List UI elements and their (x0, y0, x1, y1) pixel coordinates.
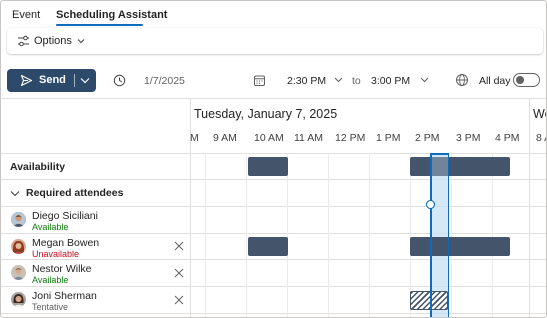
active-tab-indicator (56, 24, 143, 26)
grid-top-border (1, 98, 546, 99)
attendee-status: Available (32, 222, 69, 232)
sliders-icon (18, 35, 29, 47)
selection-top-edge (430, 153, 449, 155)
avatar (11, 292, 26, 307)
time-label: 3 PM (456, 132, 481, 144)
required-attendees-label: Required attendees (26, 187, 124, 199)
time-label: 2 PM (415, 132, 440, 144)
required-attendees-toggle[interactable]: Required attendees (10, 187, 123, 199)
busy-block (410, 237, 510, 256)
globe-icon[interactable] (455, 73, 469, 87)
avatar (11, 239, 26, 254)
hour-gridline (328, 153, 329, 317)
row-border (1, 286, 546, 287)
tab-scheduling-assistant[interactable]: Scheduling Assistant (56, 9, 167, 21)
send-button[interactable]: Send (7, 69, 96, 92)
busy-block (248, 237, 288, 256)
calendar-icon[interactable] (253, 74, 266, 87)
clock-icon[interactable] (113, 74, 126, 87)
remove-attendee-icon[interactable] (173, 294, 185, 306)
row-border (1, 206, 546, 207)
row-border (1, 179, 546, 180)
tentative-block (410, 291, 448, 310)
tab-event[interactable]: Event (12, 9, 40, 21)
attendee-status: Unavailable (32, 249, 80, 259)
day-divider (529, 98, 530, 317)
attendee-name: Megan Bowen (32, 237, 100, 249)
attendee-name: Nestor Wilke (32, 263, 92, 275)
hour-gridline (369, 153, 370, 317)
attendee-name: Joni Sherman (32, 290, 97, 302)
all-day-toggle[interactable] (513, 73, 540, 87)
row-border (1, 233, 546, 234)
attendee-name: Diego Siciliani (32, 210, 98, 222)
availability-label: Availability (10, 161, 66, 173)
busy-block (410, 157, 510, 176)
selection-right-edge (447, 153, 449, 317)
time-label: 9 AM (213, 132, 237, 144)
time-label: 10 AM (254, 132, 284, 144)
toggle-knob (516, 76, 524, 84)
remove-attendee-icon[interactable] (173, 267, 185, 279)
scheduling-assistant-window: Event Scheduling Assistant Options Send (0, 0, 547, 318)
chevron-down-icon[interactable] (420, 77, 429, 83)
date-field[interactable]: 1/7/2025 (144, 75, 185, 87)
busy-block (248, 157, 288, 176)
selection-left-edge (430, 153, 432, 317)
header-bottom-border (1, 153, 546, 154)
options-bar: Options (7, 28, 543, 54)
hour-gridline (451, 153, 452, 317)
time-label: 11 AM (294, 132, 323, 144)
attendee-status: Tentative (32, 302, 69, 312)
row-border (1, 313, 546, 314)
chevron-down-icon (10, 190, 20, 196)
selection-overlay (431, 157, 448, 176)
time-label: M (190, 132, 199, 144)
options-button[interactable]: Options (17, 35, 85, 47)
chevron-down-icon[interactable] (80, 77, 90, 84)
hour-gridline (246, 153, 247, 317)
chevron-down-icon (77, 39, 85, 44)
options-label: Options (34, 35, 72, 47)
send-label: Send (39, 74, 66, 86)
start-time-field[interactable]: 2:30 PM (287, 75, 326, 87)
day-header: Tuesday, January 7, 2025 (194, 107, 338, 121)
remove-attendee-icon[interactable] (173, 240, 185, 252)
time-label: 8 A (536, 132, 546, 144)
paper-plane-icon (20, 74, 33, 87)
range-drag-handle[interactable] (426, 200, 435, 209)
avatar (11, 212, 26, 227)
end-time-field[interactable]: 3:00 PM (371, 75, 410, 87)
time-label: 4 PM (495, 132, 520, 144)
chevron-down-icon[interactable] (334, 77, 343, 83)
name-column-divider (190, 98, 191, 317)
hour-gridline (205, 153, 206, 317)
time-label: 12 PM (335, 132, 366, 144)
next-day-header: We (533, 107, 546, 121)
avatar (11, 265, 26, 280)
attendee-status: Available (32, 275, 69, 285)
to-label: to (352, 75, 361, 87)
hour-gridline (287, 153, 288, 317)
time-label: 1 PM (376, 132, 401, 144)
hour-gridline (492, 153, 493, 317)
send-split-divider (74, 74, 75, 87)
row-border (1, 259, 546, 260)
all-day-label: All day (479, 75, 511, 87)
